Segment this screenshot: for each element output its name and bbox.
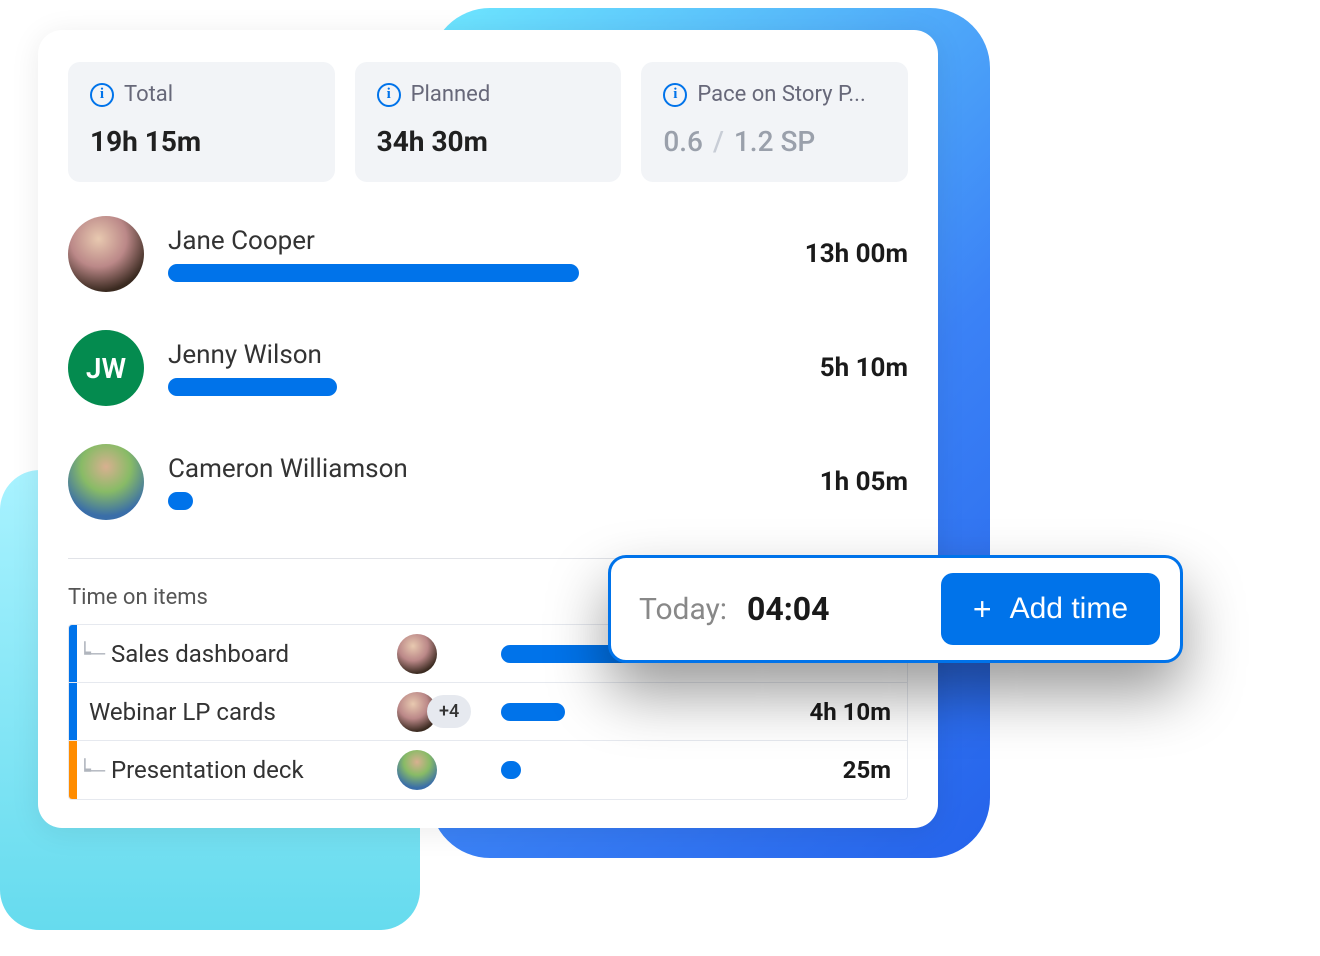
person-name: Jenny Wilson [168,340,796,370]
item-time: 25m [757,756,907,784]
progress-bar [168,264,781,282]
stats-row: i Total 19h 15m i Planned 34h 30m i Pace… [62,62,914,182]
stat-label: Planned [411,82,491,107]
subitem-indent: ┕─ [77,758,107,783]
stat-label: Pace on Story P... [697,82,865,107]
person-main: Cameron Williamson [168,454,796,510]
people-list: Jane Cooper 13h 00m JW Jenny Wilson 5h 10m Ca… [62,216,914,520]
pace-target: 1.2 SP [734,125,815,158]
stat-label: Total [124,82,173,107]
progress-bar-fill [501,761,521,779]
stat-card-total[interactable]: i Total 19h 15m [68,62,335,182]
item-bar-cell [487,761,757,779]
item-name: Webinar LP cards [77,698,397,726]
stat-value-total: 19h 15m [90,125,313,158]
item-avatars[interactable] [397,634,487,674]
person-row[interactable]: Jane Cooper 13h 00m [68,216,908,292]
stat-value-planned: 34h 30m [377,125,600,158]
progress-bar-fill [501,703,565,721]
today-popup: Today: 04:04 + Add time [608,555,1183,663]
person-row[interactable]: JW Jenny Wilson 5h 10m [68,330,908,406]
stat-card-planned[interactable]: i Planned 34h 30m [355,62,622,182]
item-avatars[interactable] [397,750,487,790]
item-name: Sales dashboard [107,640,397,668]
progress-bar-fill [168,264,579,282]
avatar[interactable] [68,216,144,292]
person-time: 13h 00m [805,239,908,269]
add-time-button[interactable]: + Add time [941,573,1160,645]
row-accent [69,683,77,740]
progress-bar-fill [168,378,337,396]
today-time: 04:04 [747,590,829,628]
time-tracking-card: i Total 19h 15m i Planned 34h 30m i Pace… [38,30,938,828]
pace-current: 0.6 [663,125,703,158]
subitem-tree-icon: ┕─ [79,758,105,783]
person-main: Jane Cooper [168,226,781,282]
info-icon[interactable]: i [377,83,401,107]
progress-bar [168,492,796,510]
person-time: 1h 05m [820,467,908,497]
item-bar-cell [487,703,757,721]
person-row[interactable]: Cameron Williamson 1h 05m [68,444,908,520]
avatar-overflow-badge[interactable]: +4 [427,695,471,728]
stat-card-pace[interactable]: i Pace on Story P... 0.6/1.2 SP [641,62,908,182]
row-accent [69,625,77,682]
avatar[interactable] [397,634,437,674]
subitem-indent: ┕─ [77,641,107,666]
item-row[interactable]: ┕─Presentation deck 25m [69,741,907,799]
item-name: Presentation deck [107,756,397,784]
plus-icon: + [973,593,992,625]
person-name: Jane Cooper [168,226,781,256]
subitem-tree-icon: ┕─ [79,641,105,666]
person-name: Cameron Williamson [168,454,796,484]
info-icon[interactable]: i [90,83,114,107]
item-avatars[interactable]: +4 [397,692,487,732]
stat-value-pace: 0.6/1.2 SP [663,125,886,158]
person-main: Jenny Wilson [168,340,796,396]
row-accent [69,741,77,799]
progress-bar [168,378,796,396]
person-time: 5h 10m [820,353,908,383]
today-label: Today: [639,592,727,627]
item-time: 4h 10m [757,698,907,726]
avatar[interactable]: JW [68,330,144,406]
progress-bar-fill [168,492,193,510]
avatar[interactable] [397,750,437,790]
item-row[interactable]: Webinar LP cards +4 4h 10m [69,683,907,741]
info-icon[interactable]: i [663,83,687,107]
add-time-label: Add time [1010,592,1128,626]
avatar[interactable] [68,444,144,520]
